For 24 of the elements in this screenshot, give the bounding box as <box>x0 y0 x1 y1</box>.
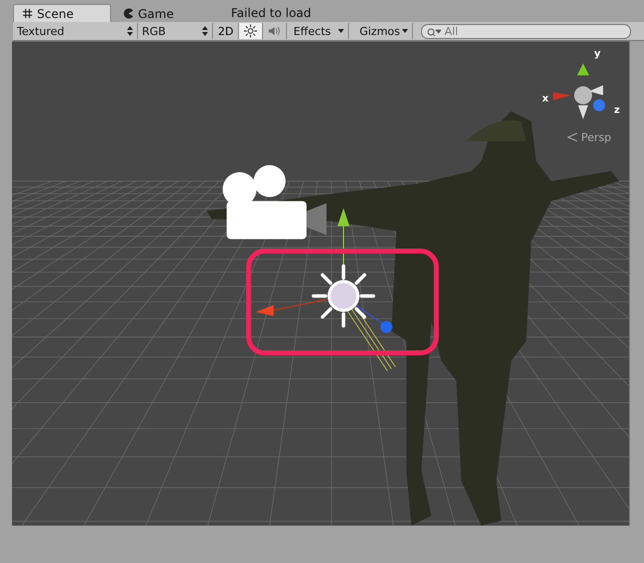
grid-icon <box>22 8 33 19</box>
caret-icon <box>402 29 408 33</box>
chevron-icon <box>566 132 578 142</box>
pacman-icon <box>123 8 134 19</box>
effects-dropdown[interactable]: Effects <box>289 23 350 39</box>
axis-label: y <box>594 48 601 60</box>
axis-label: z <box>614 105 620 116</box>
caret-icon <box>338 29 344 33</box>
camera-icon <box>222 165 326 240</box>
light-icon <box>312 264 396 372</box>
view-tab[interactable]: Scene <box>13 4 111 22</box>
status-message: Failed to load <box>231 6 312 20</box>
shading-dropdown[interactable]: Textured <box>13 23 138 39</box>
axis-label: x <box>542 93 549 104</box>
sun-icon[interactable] <box>239 23 264 39</box>
search-field[interactable]: All <box>421 24 632 38</box>
channel-dropdown[interactable]: RGB <box>138 23 213 39</box>
scene-viewport[interactable]: y x z Persp <box>12 41 630 526</box>
gizmos-dropdown[interactable]: Gizmos <box>355 23 414 39</box>
orientation-gizmo-icon <box>553 63 606 120</box>
updown-arrows-icon <box>127 26 133 36</box>
projection-label[interactable]: Persp <box>581 131 612 144</box>
view-tab[interactable]: Game <box>115 5 211 22</box>
updown-arrows-icon <box>202 26 208 36</box>
